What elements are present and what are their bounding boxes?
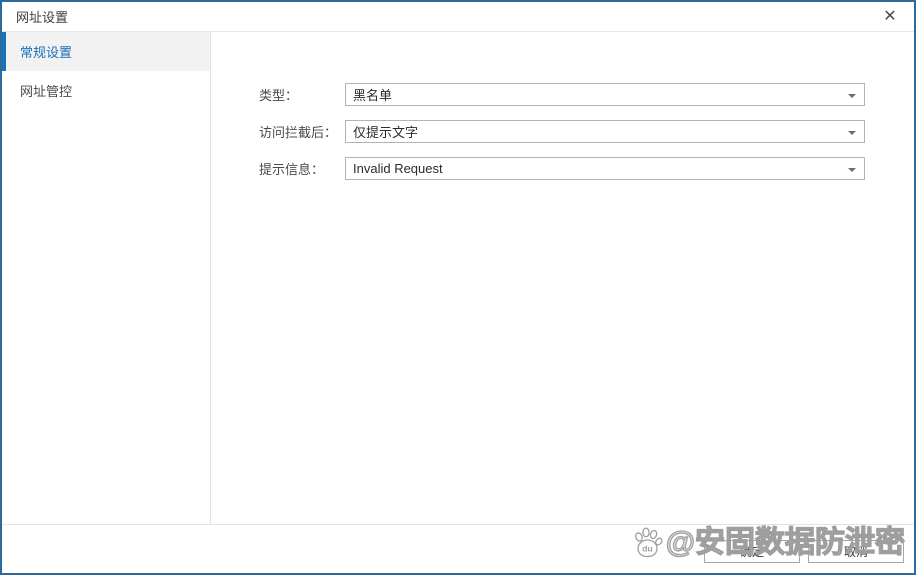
sidebar-item-label: 常规设置 [20, 42, 72, 61]
dialog-footer: 确定 取消 [2, 524, 914, 573]
type-dropdown-value: 黑名单 [353, 85, 392, 104]
close-icon[interactable]: ✕ [878, 5, 902, 29]
dialog-title: 网址设置 [16, 7, 68, 26]
url-settings-dialog: 网址设置 ✕ 常规设置 网址管控 类型： 黑名单 [0, 0, 916, 575]
ok-button[interactable]: 确定 [704, 540, 800, 563]
chevron-down-icon [848, 131, 856, 135]
chevron-down-icon [848, 94, 856, 98]
chevron-down-icon [848, 168, 856, 172]
block-action-dropdown[interactable]: 仅提示文字 [345, 120, 865, 143]
sidebar-item-general-settings[interactable]: 常规设置 [2, 32, 210, 71]
sidebar: 常规设置 网址管控 [2, 32, 211, 524]
block-action-dropdown-value: 仅提示文字 [353, 122, 418, 141]
form-row-prompt-message: 提示信息： Invalid Request [259, 157, 914, 180]
form-row-block-action: 访问拦截后： 仅提示文字 [259, 120, 914, 143]
sidebar-item-url-control[interactable]: 网址管控 [2, 71, 210, 110]
cancel-button[interactable]: 取消 [808, 540, 904, 563]
form-row-type: 类型： 黑名单 [259, 83, 914, 106]
dialog-body: 常规设置 网址管控 类型： 黑名单 访问拦截后： 仅提示文 [2, 32, 914, 524]
sidebar-item-label: 网址管控 [20, 81, 72, 100]
prompt-message-dropdown-value: Invalid Request [353, 161, 443, 176]
settings-form: 类型： 黑名单 访问拦截后： 仅提示文字 提示信息： [211, 32, 914, 180]
block-action-label: 访问拦截后： [259, 122, 345, 141]
prompt-message-label: 提示信息： [259, 159, 345, 178]
type-label: 类型： [259, 85, 345, 104]
titlebar: 网址设置 ✕ [2, 2, 914, 32]
prompt-message-dropdown[interactable]: Invalid Request [345, 157, 865, 180]
main-panel: 类型： 黑名单 访问拦截后： 仅提示文字 提示信息： [211, 32, 914, 524]
type-dropdown[interactable]: 黑名单 [345, 83, 865, 106]
